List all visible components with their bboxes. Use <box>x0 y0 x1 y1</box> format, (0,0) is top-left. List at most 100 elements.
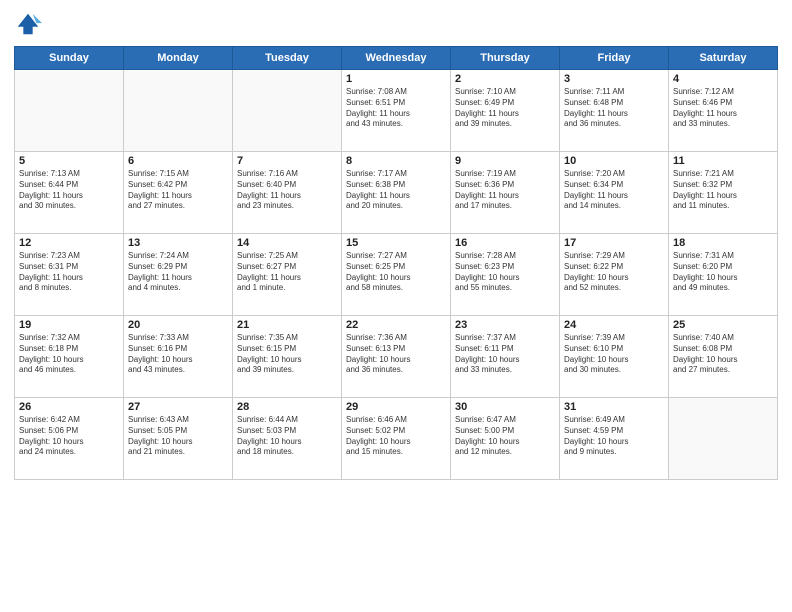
day-info: Sunrise: 7:08 AM Sunset: 6:51 PM Dayligh… <box>346 87 446 130</box>
week-row-3: 19Sunrise: 7:32 AM Sunset: 6:18 PM Dayli… <box>15 316 778 398</box>
day-number: 3 <box>564 73 664 85</box>
day-info: Sunrise: 6:47 AM Sunset: 5:00 PM Dayligh… <box>455 415 555 458</box>
header-cell-friday: Friday <box>560 47 669 70</box>
day-cell: 12 Sunrise: 7:23 AM Sunset: 6:31 PM Dayli… <box>15 234 124 316</box>
day-number: 13 <box>128 237 228 249</box>
day-number: 16 <box>455 237 555 249</box>
day-info: Sunrise: 7:25 AM Sunset: 6:27 PM Dayligh… <box>237 251 337 294</box>
day-info: Sunrise: 7:32 AM Sunset: 6:18 PM Dayligh… <box>19 333 119 376</box>
header-cell-tuesday: Tuesday <box>233 47 342 70</box>
day-cell: 24 Sunrise: 7:39 AM Sunset: 6:10 PM Dayli… <box>560 316 669 398</box>
day-info: Sunrise: 7:12 AM Sunset: 6:46 PM Dayligh… <box>673 87 773 130</box>
day-cell: 27 Sunrise: 6:43 AM Sunset: 5:05 PM Dayli… <box>124 398 233 480</box>
day-cell: 8Sunrise: 7:17 AM Sunset: 6:38 PM Daylig… <box>342 152 451 234</box>
day-info: Sunrise: 7:20 AM Sunset: 6:34 PM Dayligh… <box>564 169 664 212</box>
day-cell: 3 Sunrise: 7:11 AM Sunset: 6:48 PM Daylig… <box>560 70 669 152</box>
day-number: 4 <box>673 73 773 85</box>
calendar-header: SundayMondayTuesdayWednesdayThursdayFrid… <box>15 47 778 70</box>
day-cell: 6 Sunrise: 7:15 AM Sunset: 6:42 PM Daylig… <box>124 152 233 234</box>
day-number: 23 <box>455 319 555 331</box>
day-number: 29 <box>346 401 446 413</box>
day-info: Sunrise: 7:27 AM Sunset: 6:25 PM Dayligh… <box>346 251 446 294</box>
day-number: 9 <box>455 155 555 167</box>
day-number: 18 <box>673 237 773 249</box>
day-cell: 26 Sunrise: 6:42 AM Sunset: 5:06 PM Dayli… <box>15 398 124 480</box>
header-cell-sunday: Sunday <box>15 47 124 70</box>
day-cell <box>669 398 778 480</box>
header-cell-thursday: Thursday <box>451 47 560 70</box>
header-row: SundayMondayTuesdayWednesdayThursdayFrid… <box>15 47 778 70</box>
day-number: 22 <box>346 319 446 331</box>
day-number: 10 <box>564 155 664 167</box>
day-cell: 16 Sunrise: 7:28 AM Sunset: 6:23 PM Dayli… <box>451 234 560 316</box>
day-number: 1 <box>346 73 446 85</box>
day-number: 8 <box>346 155 446 167</box>
day-number: 15 <box>346 237 446 249</box>
day-info: Sunrise: 7:36 AM Sunset: 6:13 PM Dayligh… <box>346 333 446 376</box>
logo-icon <box>14 10 42 38</box>
day-info: Sunrise: 7:35 AM Sunset: 6:15 PM Dayligh… <box>237 333 337 376</box>
day-cell: 23 Sunrise: 7:37 AM Sunset: 6:11 PM Dayli… <box>451 316 560 398</box>
day-number: 6 <box>128 155 228 167</box>
day-cell <box>124 70 233 152</box>
day-info: Sunrise: 7:24 AM Sunset: 6:29 PM Dayligh… <box>128 251 228 294</box>
day-info: Sunrise: 7:31 AM Sunset: 6:20 PM Dayligh… <box>673 251 773 294</box>
week-row-1: 5Sunrise: 7:13 AM Sunset: 6:44 PM Daylig… <box>15 152 778 234</box>
day-number: 26 <box>19 401 119 413</box>
day-cell: 2 Sunrise: 7:10 AM Sunset: 6:49 PM Daylig… <box>451 70 560 152</box>
day-info: Sunrise: 6:42 AM Sunset: 5:06 PM Dayligh… <box>19 415 119 458</box>
logo <box>14 10 46 38</box>
day-cell: 9 Sunrise: 7:19 AM Sunset: 6:36 PM Daylig… <box>451 152 560 234</box>
day-info: Sunrise: 7:11 AM Sunset: 6:48 PM Dayligh… <box>564 87 664 130</box>
header <box>14 10 778 38</box>
day-number: 30 <box>455 401 555 413</box>
day-number: 14 <box>237 237 337 249</box>
calendar-table: SundayMondayTuesdayWednesdayThursdayFrid… <box>14 46 778 480</box>
header-cell-monday: Monday <box>124 47 233 70</box>
day-cell: 22 Sunrise: 7:36 AM Sunset: 6:13 PM Dayli… <box>342 316 451 398</box>
day-cell: 14 Sunrise: 7:25 AM Sunset: 6:27 PM Dayli… <box>233 234 342 316</box>
week-row-4: 26 Sunrise: 6:42 AM Sunset: 5:06 PM Dayli… <box>15 398 778 480</box>
day-cell: 20 Sunrise: 7:33 AM Sunset: 6:16 PM Dayli… <box>124 316 233 398</box>
day-cell: 19Sunrise: 7:32 AM Sunset: 6:18 PM Dayli… <box>15 316 124 398</box>
day-info: Sunrise: 6:43 AM Sunset: 5:05 PM Dayligh… <box>128 415 228 458</box>
day-cell: 21 Sunrise: 7:35 AM Sunset: 6:15 PM Dayli… <box>233 316 342 398</box>
day-cell <box>15 70 124 152</box>
day-info: Sunrise: 7:37 AM Sunset: 6:11 PM Dayligh… <box>455 333 555 376</box>
day-cell: 18 Sunrise: 7:31 AM Sunset: 6:20 PM Dayli… <box>669 234 778 316</box>
day-info: Sunrise: 6:49 AM Sunset: 4:59 PM Dayligh… <box>564 415 664 458</box>
week-row-2: 12 Sunrise: 7:23 AM Sunset: 6:31 PM Dayli… <box>15 234 778 316</box>
week-row-0: 1 Sunrise: 7:08 AM Sunset: 6:51 PM Daylig… <box>15 70 778 152</box>
day-cell: 28Sunrise: 6:44 AM Sunset: 5:03 PM Dayli… <box>233 398 342 480</box>
day-number: 12 <box>19 237 119 249</box>
day-number: 25 <box>673 319 773 331</box>
day-number: 24 <box>564 319 664 331</box>
day-info: Sunrise: 7:28 AM Sunset: 6:23 PM Dayligh… <box>455 251 555 294</box>
day-info: Sunrise: 7:19 AM Sunset: 6:36 PM Dayligh… <box>455 169 555 212</box>
day-cell: 25 Sunrise: 7:40 AM Sunset: 6:08 PM Dayli… <box>669 316 778 398</box>
day-cell: 1 Sunrise: 7:08 AM Sunset: 6:51 PM Daylig… <box>342 70 451 152</box>
day-info: Sunrise: 7:23 AM Sunset: 6:31 PM Dayligh… <box>19 251 119 294</box>
day-info: Sunrise: 7:10 AM Sunset: 6:49 PM Dayligh… <box>455 87 555 130</box>
day-number: 17 <box>564 237 664 249</box>
day-cell: 7Sunrise: 7:16 AM Sunset: 6:40 PM Daylig… <box>233 152 342 234</box>
header-cell-wednesday: Wednesday <box>342 47 451 70</box>
calendar-body: 1 Sunrise: 7:08 AM Sunset: 6:51 PM Daylig… <box>15 70 778 480</box>
day-info: Sunrise: 7:21 AM Sunset: 6:32 PM Dayligh… <box>673 169 773 212</box>
day-number: 11 <box>673 155 773 167</box>
day-info: Sunrise: 7:15 AM Sunset: 6:42 PM Dayligh… <box>128 169 228 212</box>
day-number: 2 <box>455 73 555 85</box>
day-info: Sunrise: 7:39 AM Sunset: 6:10 PM Dayligh… <box>564 333 664 376</box>
day-number: 31 <box>564 401 664 413</box>
day-number: 20 <box>128 319 228 331</box>
day-cell: 15 Sunrise: 7:27 AM Sunset: 6:25 PM Dayli… <box>342 234 451 316</box>
day-cell: 10 Sunrise: 7:20 AM Sunset: 6:34 PM Dayli… <box>560 152 669 234</box>
day-info: Sunrise: 7:40 AM Sunset: 6:08 PM Dayligh… <box>673 333 773 376</box>
day-number: 21 <box>237 319 337 331</box>
day-cell: 31 Sunrise: 6:49 AM Sunset: 4:59 PM Dayli… <box>560 398 669 480</box>
day-info: Sunrise: 6:44 AM Sunset: 5:03 PM Dayligh… <box>237 415 337 458</box>
page: SundayMondayTuesdayWednesdayThursdayFrid… <box>0 0 792 612</box>
day-number: 27 <box>128 401 228 413</box>
day-info: Sunrise: 7:13 AM Sunset: 6:44 PM Dayligh… <box>19 169 119 212</box>
day-info: Sunrise: 7:33 AM Sunset: 6:16 PM Dayligh… <box>128 333 228 376</box>
